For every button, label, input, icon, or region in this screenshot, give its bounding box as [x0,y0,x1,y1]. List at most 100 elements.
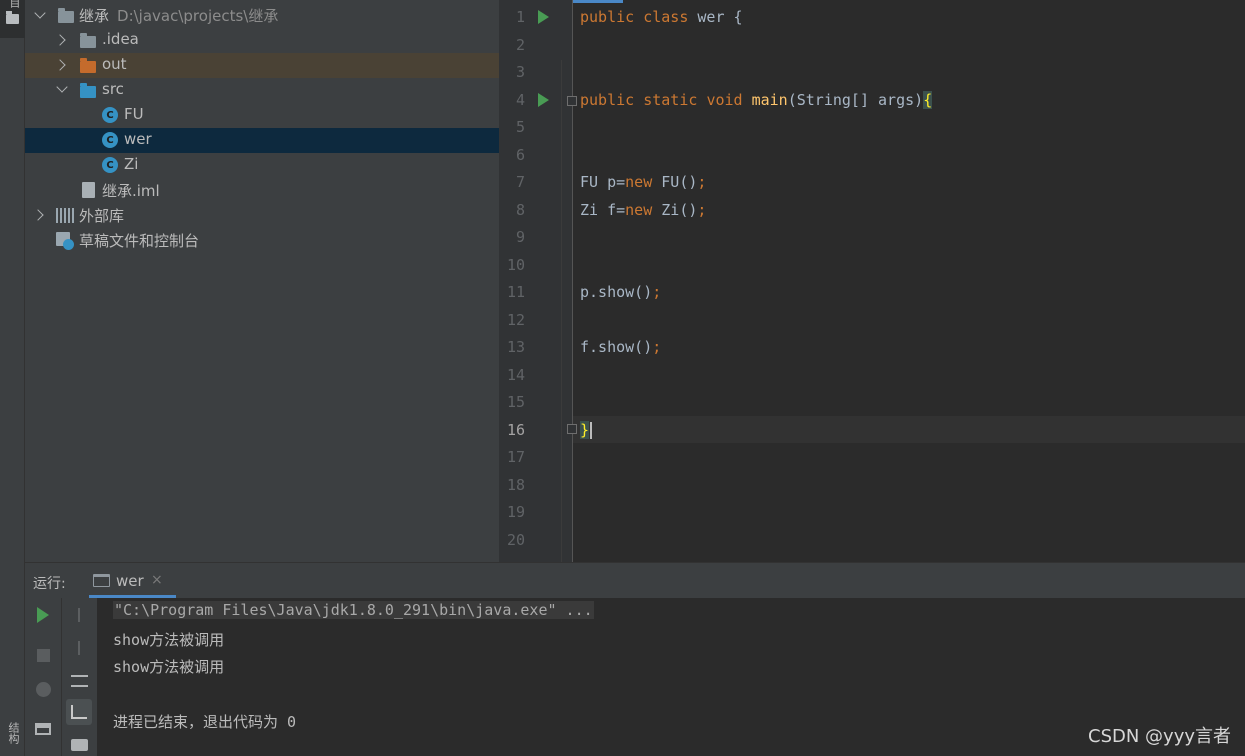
tree-item-scratches[interactable]: 草稿文件和控制台 [25,228,499,253]
tree-item-out[interactable]: out [25,53,499,78]
chevron-right-icon[interactable] [54,34,66,46]
code-token: class [643,8,689,26]
library-icon [56,208,74,223]
chevron-right-icon[interactable] [32,209,44,221]
matched-brace: } [580,421,590,439]
tree-item-wer[interactable]: C wer [25,128,499,153]
project-tool-tab[interactable]: 项目 [0,0,37,38]
scroll-to-end-icon [71,705,87,719]
code-token: public [580,8,635,26]
code-token: ; [697,201,707,219]
layout-button[interactable] [30,716,56,742]
tree-item-idea[interactable]: .idea [25,28,499,53]
run-panel-header: 运行: wer × [25,562,1245,599]
code-token: wer { [688,8,743,26]
console-output[interactable]: "C:\Program Files\Java\jdk1.8.0_291\bin\… [97,598,1245,756]
console-exit-line: 进程已结束，退出代码为 0 [113,713,297,731]
run-tab-label: wer [116,572,144,590]
current-line-highlight [573,416,1245,443]
tree-item-label: Zi [124,155,139,173]
tree-item-src[interactable]: src [25,78,499,103]
arrow-up-icon [78,608,80,622]
code-token: p.show() [580,283,653,301]
line-number: 4 [515,91,525,109]
tree-item-label: wer [124,130,152,148]
code-token: new [625,201,653,219]
run-tab-wer[interactable]: wer × [89,563,176,599]
scroll-up-button[interactable] [66,602,92,628]
print-button[interactable] [66,732,92,756]
debug-settings-button[interactable] [30,676,56,702]
run-class-icon[interactable] [538,10,549,24]
arrow-down-icon [78,641,80,655]
tree-item-root[interactable]: 继承 D:\javac\projects\继承 [25,3,499,28]
tree-item-external-libraries[interactable]: 外部库 [25,203,499,228]
scope-indent-guide [561,60,562,562]
watermark: CSDN @yyy言者 [1088,726,1231,747]
scroll-to-end-button[interactable] [66,699,92,725]
play-icon [37,607,49,623]
code-token: main [751,91,788,109]
code-token: Zi() [652,201,698,219]
console-command-line: "C:\Program Files\Java\jdk1.8.0_291\bin\… [113,601,594,619]
project-tree-panel: 继承 D:\javac\projects\继承 .idea out src C F… [25,0,499,562]
fold-collapse-icon[interactable] [567,96,577,106]
code-editor[interactable]: 1 2 3 4 5 6 7 8 9 10 11 12 13 14 15 16 1… [499,0,1245,562]
run-panel-title: 运行: [33,576,66,592]
code-line-13: f.show(); [580,338,661,356]
code-token: ; [697,173,707,191]
rerun-button[interactable] [30,602,56,628]
tree-item-label: 继承 [79,7,110,25]
folder-icon [6,11,19,24]
gutter-separator [572,0,573,562]
module-folder-icon [58,8,74,23]
stop-icon [36,648,50,662]
run-main-icon[interactable] [538,93,549,107]
tree-item-label: .idea [102,30,139,48]
line-number-current: 16 [506,421,525,439]
line-number: 8 [515,201,525,219]
tree-item-label: out [102,55,127,73]
code-line-8: Zi f=new Zi(); [580,201,706,219]
code-token: new [625,173,653,191]
chevron-right-icon[interactable] [54,59,66,71]
wrap-icon [70,675,88,687]
line-number: 14 [506,366,525,384]
soft-wrap-button[interactable] [66,668,92,694]
chevron-down-icon[interactable] [56,81,68,93]
line-number: 17 [506,448,525,466]
line-number: 11 [506,283,525,301]
code-token: void [706,91,743,109]
close-icon[interactable]: × [151,572,163,588]
stop-button[interactable] [30,642,56,668]
bug-gear-icon [35,681,51,697]
layout-icon [35,723,51,735]
code-token: ; [652,283,662,301]
class-icon: C [102,157,118,173]
folder-icon [80,33,96,48]
chevron-down-icon[interactable] [34,7,46,19]
code-token: static [643,91,698,109]
line-number: 5 [515,118,525,136]
text-caret [590,422,593,439]
tree-item-label: src [102,80,124,98]
code-token: FU() [652,173,698,191]
matched-brace: { [923,91,933,109]
structure-tool-label[interactable]: 结构 [5,722,21,744]
console-output-line: show方法被调用 [113,658,225,676]
line-number: 12 [506,311,525,329]
line-number: 20 [506,531,525,549]
line-number: 19 [506,503,525,521]
printer-icon [70,739,88,751]
tree-item-zi[interactable]: C Zi [25,153,499,178]
tree-item-iml[interactable]: 继承.iml [25,178,499,203]
code-token: (String[] args) [787,91,924,109]
line-number: 6 [515,146,525,164]
tree-item-label: 草稿文件和控制台 [79,232,200,250]
fold-end-icon[interactable] [567,424,577,434]
line-number: 13 [506,338,525,356]
scroll-down-button[interactable] [66,635,92,661]
tree-item-fu[interactable]: C FU [25,103,499,128]
toolbar-separator [61,598,62,756]
code-line-16: } [580,421,593,439]
